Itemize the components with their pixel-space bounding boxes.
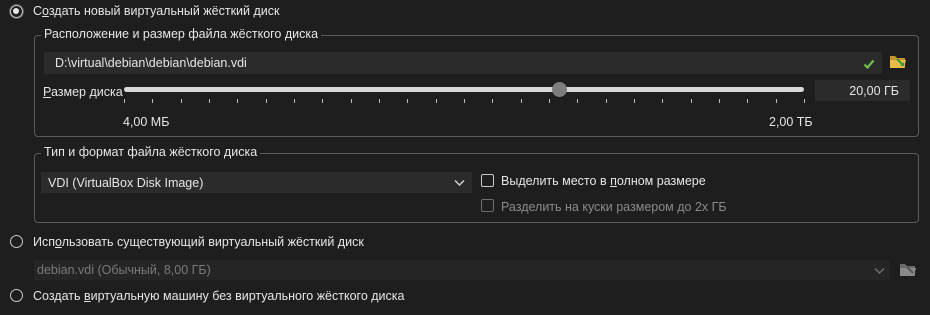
slider-tick: [436, 99, 437, 103]
slider-tick: [351, 99, 352, 103]
existing-disk-value: debian.vdi (Обычный, 8,00 ГБ): [37, 263, 211, 277]
slider-tick: [776, 99, 777, 103]
slider-tick: [492, 99, 493, 103]
slider-tick: [634, 99, 635, 103]
folder-disabled-icon[interactable]: [899, 260, 917, 278]
valid-check-icon: [863, 59, 875, 70]
slider-tick: [719, 99, 720, 103]
slider-tick: [747, 99, 748, 103]
slider-tick: [209, 99, 210, 103]
use-existing-disk-label[interactable]: Использовать существующий виртуальный жё…: [33, 235, 364, 249]
slider-tick: [549, 99, 550, 103]
format-select-value: VDI (VirtualBox Disk Image): [48, 176, 204, 190]
disk-path-input[interactable]: D:\virtual\debian\debian\debian.vdi: [44, 52, 882, 74]
format-group-title: Тип и формат файла жёсткого диска: [41, 145, 261, 159]
slider-tick: [379, 99, 380, 103]
chevron-down-icon: [874, 267, 885, 275]
slider-tick: [152, 99, 153, 103]
location-group-title: Расположение и размер файла жёсткого дис…: [41, 27, 322, 41]
create-new-disk-label[interactable]: Создать новый виртуальный жёсткий диск: [33, 4, 279, 18]
slider-tick: [266, 99, 267, 103]
slider-tick: [464, 99, 465, 103]
slider-tick: [577, 99, 578, 103]
slider-tick: [181, 99, 182, 103]
slider-tick: [804, 99, 805, 103]
no-disk-label[interactable]: Создать виртуальную машину без виртуальн…: [33, 289, 404, 303]
create-new-disk-radio[interactable]: [10, 5, 23, 18]
slider-tick: [294, 99, 295, 103]
existing-disk-select[interactable]: debian.vdi (Обычный, 8,00 ГБ): [34, 260, 890, 280]
disk-path-value: D:\virtual\debian\debian\debian.vdi: [55, 56, 247, 70]
slider-tick: [691, 99, 692, 103]
slider-min-label: 4,00 МБ: [123, 115, 170, 129]
slider-tick: [662, 99, 663, 103]
split-label[interactable]: Разделить на куски размером до 2х ГБ: [501, 200, 727, 214]
preallocate-checkbox[interactable]: [481, 174, 494, 187]
slider-tick: [521, 99, 522, 103]
split-checkbox[interactable]: [481, 199, 494, 212]
format-select[interactable]: VDI (VirtualBox Disk Image): [41, 172, 472, 193]
use-existing-disk-radio[interactable]: [10, 235, 23, 248]
chevron-down-icon: [454, 179, 465, 187]
slider-tick: [407, 99, 408, 103]
slider-tick: [322, 99, 323, 103]
disk-size-value: 20,00 ГБ: [849, 84, 899, 98]
slider-track[interactable]: [124, 87, 804, 92]
slider-tick: [606, 99, 607, 103]
slider-tick: [237, 99, 238, 103]
preallocate-label[interactable]: Выделить место в полном размере: [501, 174, 706, 188]
folder-open-icon[interactable]: [889, 52, 907, 70]
slider-tick: [124, 99, 125, 103]
disk-size-input[interactable]: 20,00 ГБ: [815, 80, 910, 101]
disk-size-label: Размер диска: [43, 85, 123, 99]
slider-max-label: 2,00 ТБ: [769, 115, 813, 129]
no-disk-radio[interactable]: [10, 289, 23, 302]
